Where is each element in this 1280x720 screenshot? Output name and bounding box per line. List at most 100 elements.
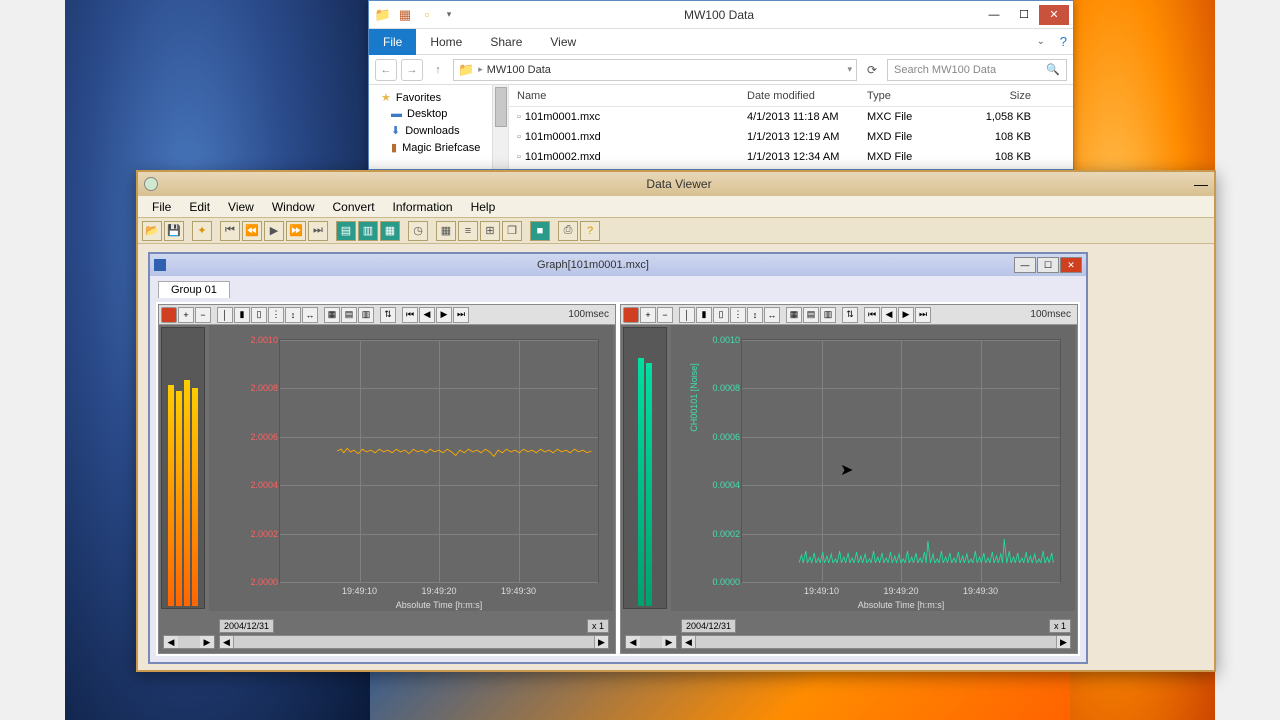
menu-information[interactable]: Information bbox=[385, 200, 461, 214]
nav-icon[interactable]: ◀ bbox=[881, 307, 897, 323]
col-type[interactable]: Type bbox=[859, 90, 959, 102]
menu-help[interactable]: Help bbox=[463, 200, 504, 214]
menu-convert[interactable]: Convert bbox=[325, 200, 383, 214]
view-mode-1-icon[interactable]: ▤ bbox=[336, 221, 356, 241]
breadcrumb-segment[interactable]: MW100 Data bbox=[487, 64, 551, 76]
view-mode-3-icon[interactable]: ▦ bbox=[380, 221, 400, 241]
nav-icon[interactable]: ⏭ bbox=[915, 307, 931, 323]
address-bar[interactable]: 📁 ▸ MW100 Data ▾ bbox=[453, 59, 857, 81]
ribbon-tab-file[interactable]: File bbox=[369, 29, 416, 55]
graph-titlebar[interactable]: Graph[101m0001.mxc] — ☐ ✕ bbox=[150, 254, 1086, 276]
close-button[interactable]: ✕ bbox=[1039, 5, 1069, 25]
tool-icon[interactable]: ▯ bbox=[713, 307, 729, 323]
tool-icon[interactable]: ▯ bbox=[251, 307, 267, 323]
minimize-button[interactable]: — bbox=[979, 5, 1009, 25]
record-icon[interactable] bbox=[623, 307, 639, 323]
grid-icon[interactable]: ▤ bbox=[341, 307, 357, 323]
tool-icon[interactable]: ⋮ bbox=[730, 307, 746, 323]
menu-window[interactable]: Window bbox=[264, 200, 323, 214]
yaxis-icon[interactable]: ⇅ bbox=[380, 307, 396, 323]
qat-dropdown-icon[interactable]: ▾ bbox=[439, 5, 459, 25]
graph-panel-2[interactable]: + − │ ▮ ▯ ⋮ ↕ ↔ ▦ ▤ ▥ ⇅ ⏮ bbox=[620, 304, 1078, 654]
tool-icon[interactable]: ▮ bbox=[234, 307, 250, 323]
file-list[interactable]: Name Date modified Type Size ▫101m0001.m… bbox=[509, 85, 1073, 169]
grid-icon[interactable]: ▥ bbox=[820, 307, 836, 323]
minimize-button[interactable]: — bbox=[1014, 257, 1036, 273]
nav-icon[interactable]: ▶ bbox=[436, 307, 452, 323]
nav-icon[interactable]: ▶ bbox=[898, 307, 914, 323]
skip-end-icon[interactable]: ⏭ bbox=[308, 221, 328, 241]
graph-panel-1[interactable]: + − │ ▮ ▯ ⋮ ↕ ↔ ▦ ▤ ▥ ⇅ ⏮ bbox=[158, 304, 616, 654]
col-name[interactable]: Name bbox=[509, 90, 739, 102]
record-icon[interactable] bbox=[161, 307, 177, 323]
grid-icon[interactable]: ▦ bbox=[786, 307, 802, 323]
maximize-button[interactable]: ☐ bbox=[1009, 5, 1039, 25]
close-button[interactable]: ✕ bbox=[1060, 257, 1082, 273]
minimize-button[interactable]: — bbox=[1194, 176, 1208, 192]
grid-icon[interactable]: ▤ bbox=[803, 307, 819, 323]
col-date[interactable]: Date modified bbox=[739, 90, 859, 102]
tool-icon[interactable]: ✦ bbox=[192, 221, 212, 241]
grid-icon[interactable]: ▥ bbox=[358, 307, 374, 323]
time-scrollbar[interactable]: ◀▶ bbox=[219, 635, 609, 649]
about-icon[interactable]: ? bbox=[580, 221, 600, 241]
search-input[interactable]: Search MW100 Data 🔍 bbox=[887, 59, 1067, 81]
tree-favorites[interactable]: ★Favorites bbox=[369, 89, 508, 106]
tile-icon[interactable]: ⊞ bbox=[480, 221, 500, 241]
zoom-out-icon[interactable]: − bbox=[195, 307, 211, 323]
plot-area[interactable]: CH00101 [Noise] 0.0010 0.0008 0.0006 0.0… bbox=[671, 325, 1075, 611]
ribbon-tab-view[interactable]: View bbox=[536, 29, 590, 55]
grid-icon[interactable]: ▦ bbox=[324, 307, 340, 323]
tool-icon[interactable]: ↔ bbox=[764, 307, 780, 323]
tree-downloads[interactable]: ⬇Downloads bbox=[369, 122, 508, 139]
menu-view[interactable]: View bbox=[220, 200, 262, 214]
chevron-right-icon[interactable]: ▸ bbox=[478, 64, 483, 75]
tool-icon[interactable]: ↔ bbox=[302, 307, 318, 323]
maximize-button[interactable]: ☐ bbox=[1037, 257, 1059, 273]
menu-edit[interactable]: Edit bbox=[181, 200, 218, 214]
data-viewer-window[interactable]: Data Viewer — File Edit View Window Conv… bbox=[136, 170, 1216, 672]
zoom-in-icon[interactable]: + bbox=[178, 307, 194, 323]
cursor-icon[interactable]: │ bbox=[679, 307, 695, 323]
tree-scrollbar[interactable] bbox=[492, 85, 508, 169]
tool-icon[interactable]: ↕ bbox=[747, 307, 763, 323]
tree-desktop[interactable]: ▬Desktop bbox=[369, 106, 508, 122]
tool-icon[interactable]: ▮ bbox=[696, 307, 712, 323]
zoom-out-icon[interactable]: − bbox=[657, 307, 673, 323]
clock-icon[interactable]: ◷ bbox=[408, 221, 428, 241]
col-size[interactable]: Size bbox=[959, 90, 1039, 102]
rewind-icon[interactable]: ⏪ bbox=[242, 221, 262, 241]
nav-tree[interactable]: ★Favorites ▬Desktop ⬇Downloads ▮Magic Br… bbox=[369, 85, 509, 169]
nav-icon[interactable]: ⏭ bbox=[453, 307, 469, 323]
nav-icon[interactable]: ⏮ bbox=[402, 307, 418, 323]
nav-icon[interactable]: ◀ bbox=[419, 307, 435, 323]
nav-back-button[interactable]: ← bbox=[375, 59, 397, 81]
address-dropdown-icon[interactable]: ▾ bbox=[847, 64, 852, 75]
qat-newfolder-icon[interactable]: ▫ bbox=[417, 5, 437, 25]
nav-forward-button[interactable]: → bbox=[401, 59, 423, 81]
play-icon[interactable]: ▶ bbox=[264, 221, 284, 241]
help-icon[interactable]: ? bbox=[1060, 34, 1067, 49]
grid-icon[interactable]: ▦ bbox=[436, 221, 456, 241]
cascade-icon[interactable]: ❐ bbox=[502, 221, 522, 241]
nav-scroller[interactable]: ◀▶ bbox=[625, 635, 677, 649]
nav-scroller[interactable]: ◀▶ bbox=[163, 635, 215, 649]
cursor-icon[interactable]: │ bbox=[217, 307, 233, 323]
ribbon-tab-home[interactable]: Home bbox=[416, 29, 476, 55]
explorer-titlebar[interactable]: 📁 ▦ ▫ ▾ MW100 Data — ☐ ✕ bbox=[369, 1, 1073, 29]
qat-properties-icon[interactable]: ▦ bbox=[395, 5, 415, 25]
tool-icon[interactable]: ↕ bbox=[285, 307, 301, 323]
plot-area[interactable]: 2.0010 2.0008 2.0006 2.0004 2.0002 2.000… bbox=[209, 325, 613, 611]
nav-up-button[interactable]: ↑ bbox=[427, 59, 449, 81]
file-row[interactable]: ▫101m0001.mxd 1/1/2013 12:19 AM MXD File… bbox=[509, 127, 1073, 147]
ribbon-tab-share[interactable]: Share bbox=[476, 29, 536, 55]
forward-icon[interactable]: ⏩ bbox=[286, 221, 306, 241]
save-icon[interactable]: 💾 bbox=[164, 221, 184, 241]
time-scrollbar[interactable]: ◀▶ bbox=[681, 635, 1071, 649]
list-icon[interactable]: ≡ bbox=[458, 221, 478, 241]
menu-file[interactable]: File bbox=[144, 200, 179, 214]
file-row[interactable]: ▫101m0002.mxd 1/1/2013 12:34 AM MXD File… bbox=[509, 147, 1073, 167]
ribbon-collapse-icon[interactable]: ⌄ bbox=[1037, 36, 1045, 47]
scrollbar-thumb[interactable] bbox=[495, 87, 507, 127]
tab-group01[interactable]: Group 01 bbox=[158, 281, 230, 298]
